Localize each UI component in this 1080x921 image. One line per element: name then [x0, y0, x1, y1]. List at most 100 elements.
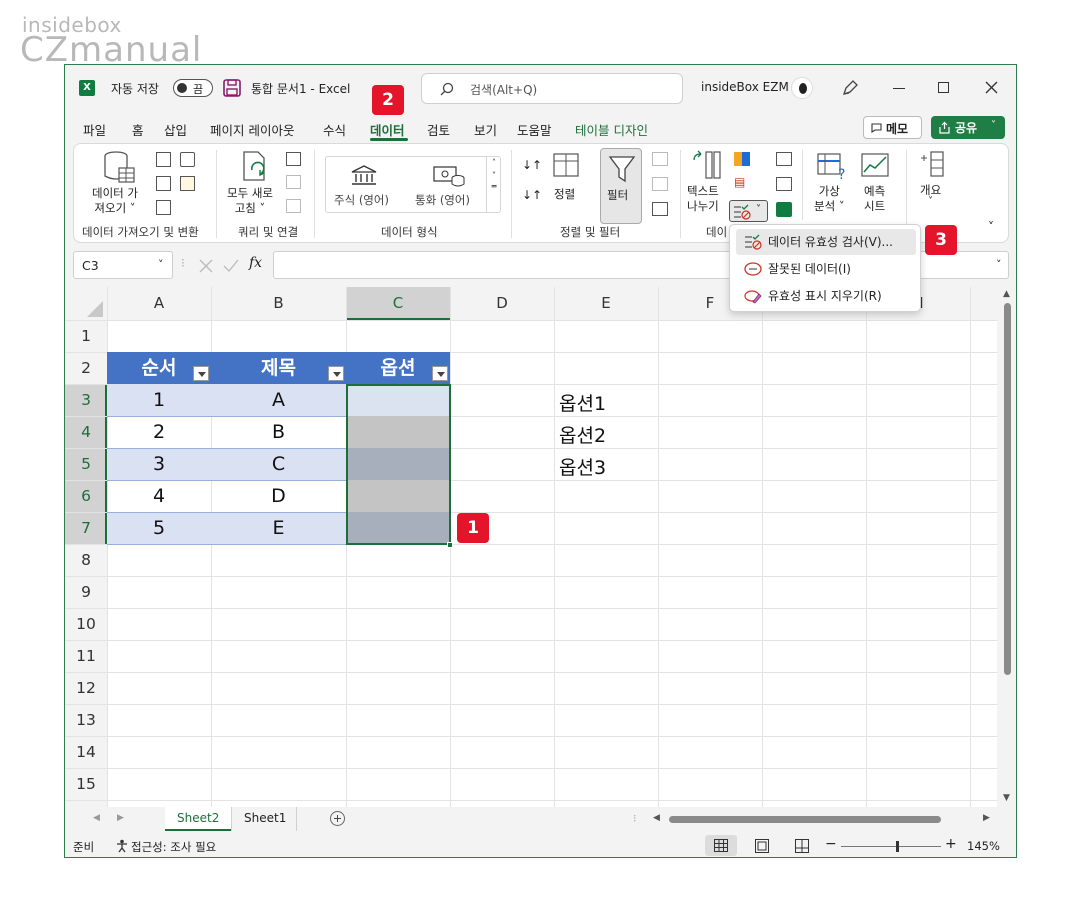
cell-a3[interactable]: 1 [107, 389, 211, 411]
status-accessibility[interactable]: 접근성: 조사 필요 [131, 839, 216, 855]
from-text-icon[interactable] [156, 152, 171, 167]
tab-home[interactable]: 홈 [132, 120, 144, 139]
page-break-view-icon[interactable] [795, 839, 809, 853]
cell-a5[interactable]: 3 [107, 453, 211, 475]
accessibility-icon[interactable] [115, 839, 129, 853]
advanced-filter-icon[interactable] [652, 202, 668, 216]
maximize-icon[interactable] [938, 82, 949, 93]
existing-connections-icon[interactable] [156, 200, 171, 215]
table-header-order[interactable]: 순서 [107, 352, 211, 384]
sheet-tab-sheet1[interactable]: Sheet1 [231, 807, 297, 831]
edit-links-icon[interactable] [286, 199, 301, 213]
menu-item-circle-invalid[interactable]: 잘못된 데이터(I) [736, 256, 916, 282]
enter-icon[interactable] [223, 259, 239, 273]
row-header-7[interactable]: 7 [65, 519, 107, 537]
cell-a6[interactable]: 4 [107, 485, 211, 507]
consolidate-icon[interactable] [776, 152, 792, 166]
tab-data[interactable]: 데이터 [370, 120, 405, 139]
text-to-columns-button[interactable]: 텍스트 나누기 [687, 184, 719, 214]
database-icon[interactable] [102, 150, 136, 184]
row-header-5[interactable]: 5 [65, 455, 107, 473]
zoom-out-button[interactable]: − [825, 836, 837, 852]
from-table-icon[interactable] [156, 176, 171, 191]
reapply-icon[interactable] [652, 177, 668, 191]
row-header-14[interactable]: 14 [65, 743, 107, 761]
column-header-b[interactable]: B [211, 287, 346, 320]
fill-handle[interactable] [447, 542, 453, 548]
properties-icon[interactable] [286, 175, 301, 189]
cell-b3[interactable]: A [211, 389, 346, 411]
row-header-6[interactable]: 6 [65, 487, 107, 505]
tab-review[interactable]: 검토 [427, 120, 450, 139]
bank-icon[interactable] [350, 164, 378, 186]
cell-b4[interactable]: B [211, 421, 346, 443]
row-header-13[interactable]: 13 [65, 711, 107, 729]
row-header-11[interactable]: 11 [65, 647, 107, 665]
cell-e3[interactable]: 옵션1 [559, 389, 606, 416]
tab-formulas[interactable]: 수식 [323, 120, 346, 139]
table-header-option[interactable]: 옵션 [346, 352, 450, 384]
save-icon[interactable] [223, 79, 241, 97]
vertical-scrollbar[interactable]: ▲ ▼ [997, 287, 1016, 807]
search-box[interactable]: 검색(Alt+Q) [421, 73, 683, 104]
row-header-12[interactable]: 12 [65, 679, 107, 697]
row-header-3[interactable]: 3 [65, 391, 107, 409]
row-header-4[interactable]: 4 [65, 423, 107, 441]
cell-b5[interactable]: C [211, 453, 346, 475]
minimize-icon[interactable] [893, 88, 905, 89]
collapse-ribbon-icon[interactable]: ˅ [988, 220, 994, 234]
column-header-e[interactable]: E [554, 287, 658, 320]
outline-icon[interactable] [919, 150, 945, 178]
close-icon[interactable] [985, 81, 998, 94]
vertical-scroll-thumb[interactable] [1004, 303, 1011, 675]
filter-button[interactable]: 필터 [600, 148, 642, 224]
normal-view-button[interactable] [705, 835, 737, 856]
tab-insert[interactable]: 삽입 [164, 120, 187, 139]
filter-dropdown-icon[interactable] [328, 366, 344, 381]
name-box[interactable]: C3 ˅ [73, 251, 173, 279]
forecast-sheet-icon[interactable] [860, 152, 890, 180]
add-sheet-icon[interactable] [330, 811, 345, 826]
menu-item-clear-circles[interactable]: 유효성 표시 지우기(R) [736, 283, 916, 309]
cell-e4[interactable]: 옵션2 [559, 421, 606, 448]
cell-e5[interactable]: 옵션3 [559, 453, 606, 480]
pen-icon[interactable] [841, 79, 859, 97]
row-header-2[interactable]: 2 [65, 359, 107, 377]
data-validation-dropdown[interactable]: ˅ [729, 200, 768, 222]
page-layout-view-icon[interactable] [755, 839, 769, 853]
cell-b6[interactable]: D [211, 485, 346, 507]
filter-dropdown-icon[interactable] [193, 366, 209, 381]
from-web-icon[interactable] [180, 152, 195, 167]
forecast-sheet-button[interactable]: 예측 시트 [864, 184, 885, 214]
sort-button[interactable]: 정렬 [554, 186, 575, 202]
menu-item-data-validation[interactable]: 데이터 유효성 검사(V)... [736, 229, 916, 255]
tab-page-layout[interactable]: 페이지 레이아웃 [210, 120, 294, 139]
what-if-button[interactable]: 가상 분석 ˅ [814, 184, 845, 214]
zoom-slider-thumb[interactable] [896, 841, 899, 852]
insert-function-icon[interactable]: fx [249, 255, 262, 271]
sort-descending-icon[interactable]: ↓↑ [522, 188, 542, 202]
row-header-10[interactable]: 10 [65, 615, 107, 633]
refresh-icon[interactable] [240, 150, 270, 184]
tab-view[interactable]: 보기 [474, 120, 497, 139]
remove-duplicates-icon[interactable]: ▤ [734, 175, 745, 189]
scroll-right-icon[interactable]: ▶ [983, 813, 990, 823]
row-header-1[interactable]: 1 [65, 327, 107, 345]
sheet-tab-sheet2[interactable]: Sheet2 [165, 807, 231, 831]
cell-a4[interactable]: 2 [107, 421, 211, 443]
next-sheet-icon[interactable]: ▶ [117, 813, 124, 823]
row-header-8[interactable]: 8 [65, 551, 107, 569]
zoom-level[interactable]: 145% [967, 839, 1000, 853]
zoom-slider[interactable] [841, 846, 941, 847]
currency-button[interactable]: 통화 (영어) [415, 192, 470, 208]
sort-icon[interactable] [552, 152, 580, 178]
tab-file[interactable]: 파일 [83, 120, 106, 139]
flash-fill-icon[interactable] [734, 152, 750, 166]
scroll-left-icon[interactable]: ◀ [653, 813, 660, 823]
data-model-icon[interactable] [776, 202, 792, 217]
comment-button[interactable]: 메모 [863, 116, 922, 139]
horizontal-scroll-thumb[interactable] [669, 816, 941, 823]
avatar[interactable] [791, 77, 813, 99]
cell-b7[interactable]: E [211, 517, 346, 539]
stocks-button[interactable]: 주식 (영어) [334, 192, 389, 208]
